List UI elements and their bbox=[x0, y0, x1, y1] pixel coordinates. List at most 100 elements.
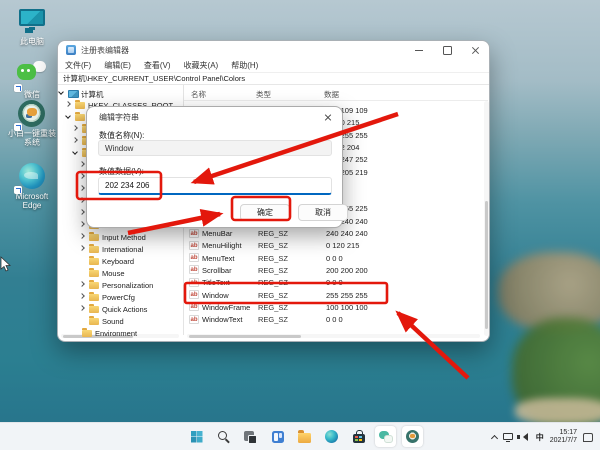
value-name: Window bbox=[202, 291, 229, 300]
value-data: 0 120 215 bbox=[326, 241, 359, 250]
value-type: REG_SZ bbox=[258, 229, 288, 238]
menu-item-0[interactable]: 文件(F) bbox=[63, 60, 93, 71]
task-view-button[interactable] bbox=[240, 426, 261, 447]
value-row-windowtext[interactable]: abWindowTextREG_SZ0 0 0 bbox=[189, 314, 479, 326]
chevron-right-icon[interactable] bbox=[79, 281, 85, 287]
chevron-right-icon[interactable] bbox=[79, 233, 85, 239]
address-bar[interactable]: 计算机\HKEY_CURRENT_USER\Control Panel\Colo… bbox=[58, 72, 489, 85]
value-data: 0 0 0 bbox=[326, 254, 343, 263]
menu-item-4[interactable]: 帮助(H) bbox=[229, 60, 260, 71]
chevron-right-icon[interactable] bbox=[72, 125, 78, 131]
system-tray: 中 15:17 2021/7/7 bbox=[492, 423, 593, 450]
value-name: WindowFrame bbox=[202, 303, 250, 312]
column-header-data[interactable]: 数据 bbox=[324, 89, 339, 100]
scrollbar-thumb[interactable] bbox=[189, 335, 301, 338]
store-bag-icon bbox=[353, 434, 365, 443]
chevron-down-icon[interactable] bbox=[72, 149, 78, 155]
chevron-right-icon[interactable] bbox=[79, 209, 85, 215]
value-data-input[interactable] bbox=[98, 177, 332, 195]
vertical-scrollbar[interactable] bbox=[484, 101, 489, 336]
folder-icon bbox=[89, 318, 99, 325]
desktop-icon-edge[interactable]: Microsoft Edge bbox=[6, 163, 58, 210]
desktop-icon-wechat[interactable]: 微信 bbox=[6, 61, 58, 99]
tree-item--[interactable]: 计算机 bbox=[58, 87, 183, 99]
volume-icon[interactable] bbox=[519, 433, 528, 441]
start-button[interactable] bbox=[186, 426, 207, 447]
tree-item-environment[interactable]: Environment bbox=[58, 327, 183, 339]
wechat-taskbar-button[interactable] bbox=[375, 426, 396, 447]
close-button[interactable] bbox=[461, 41, 489, 59]
value-name: TitleText bbox=[202, 278, 230, 287]
value-data: 255 255 255 bbox=[326, 291, 368, 300]
scrollbar-thumb[interactable] bbox=[485, 201, 488, 329]
value-row-scrollbar[interactable]: abScrollbarREG_SZ200 200 200 bbox=[189, 265, 479, 277]
chevron-right-icon[interactable] bbox=[79, 161, 85, 167]
task-view-icon bbox=[244, 431, 254, 441]
tree-item-sound[interactable]: Sound bbox=[58, 315, 183, 327]
desktop-icon-label: 小白一键重装系统 bbox=[6, 129, 58, 147]
chevron-right-icon[interactable] bbox=[65, 101, 71, 107]
ime-indicator[interactable]: 中 bbox=[536, 432, 544, 443]
registry-app-icon bbox=[66, 45, 76, 55]
minimize-button[interactable] bbox=[405, 41, 433, 59]
column-header-type[interactable]: 类型 bbox=[256, 89, 271, 100]
search-button[interactable] bbox=[213, 426, 234, 447]
menu-item-2[interactable]: 查看(V) bbox=[142, 60, 173, 71]
value-data-label: 数值数据(V): bbox=[99, 166, 144, 177]
tray-overflow-chevron-icon[interactable] bbox=[491, 434, 498, 441]
store-button[interactable] bbox=[348, 426, 369, 447]
chevron-down-icon[interactable] bbox=[65, 113, 71, 119]
dialog-close-icon[interactable] bbox=[322, 111, 334, 123]
chevron-right-icon[interactable] bbox=[79, 221, 85, 227]
column-header-name[interactable]: 名称 bbox=[191, 89, 206, 100]
value-name-field: Window bbox=[98, 140, 332, 156]
tree-item-personalization[interactable]: Personalization bbox=[58, 279, 183, 291]
value-row-menutext[interactable]: abMenuTextREG_SZ0 0 0 bbox=[189, 253, 479, 265]
chevron-right-icon[interactable] bbox=[79, 293, 85, 299]
chevron-right-icon[interactable] bbox=[79, 197, 85, 203]
xiaobai-taskbar-button[interactable] bbox=[402, 426, 423, 447]
edge-taskbar-button[interactable] bbox=[321, 426, 342, 447]
notification-center-icon[interactable] bbox=[583, 433, 593, 442]
taskbar: 中 15:17 2021/7/7 bbox=[0, 422, 600, 450]
value-row-menuhilight[interactable]: abMenuHilightREG_SZ0 120 215 bbox=[189, 240, 479, 252]
ok-button[interactable]: 确定 bbox=[240, 204, 290, 221]
maximize-button[interactable] bbox=[433, 41, 461, 59]
xiaobai-icon bbox=[18, 100, 45, 127]
value-data: 240 240 240 bbox=[326, 229, 368, 238]
value-row-menubar[interactable]: abMenuBarREG_SZ240 240 240 bbox=[189, 228, 479, 240]
chevron-right-icon[interactable] bbox=[79, 305, 85, 311]
tree-item-input-method[interactable]: Input Method bbox=[58, 231, 183, 243]
widgets-button[interactable] bbox=[267, 426, 288, 447]
cancel-button[interactable]: 取消 bbox=[298, 204, 348, 221]
tree-item-label: Sound bbox=[102, 317, 124, 326]
tree-item-international[interactable]: International bbox=[58, 243, 183, 255]
chevron-down-icon[interactable] bbox=[58, 89, 64, 95]
value-row-windowframe[interactable]: abWindowFrameREG_SZ100 100 100 bbox=[189, 302, 479, 314]
network-icon[interactable] bbox=[503, 433, 513, 440]
desktop-icon-xiaobai[interactable]: 小白一键重装系统 bbox=[6, 100, 58, 147]
menu-item-1[interactable]: 编辑(E) bbox=[102, 60, 133, 71]
file-explorer-button[interactable] bbox=[294, 426, 315, 447]
tree-item-mouse[interactable]: Mouse bbox=[58, 267, 183, 279]
tree-item-quick-actions[interactable]: Quick Actions bbox=[58, 303, 183, 315]
value-row-window[interactable]: abWindowREG_SZ255 255 255 bbox=[189, 290, 479, 302]
string-value-icon: ab bbox=[189, 302, 199, 311]
menu-item-3[interactable]: 收藏夹(A) bbox=[182, 60, 221, 71]
clock[interactable]: 15:17 2021/7/7 bbox=[550, 429, 577, 446]
title-bar[interactable]: 注册表编辑器 bbox=[58, 41, 489, 59]
desktop-icon-this-pc[interactable]: 此电脑 bbox=[6, 8, 58, 46]
value-type: REG_SZ bbox=[258, 266, 288, 275]
chevron-right-icon[interactable] bbox=[79, 185, 85, 191]
tree-item-powercfg[interactable]: PowerCfg bbox=[58, 291, 183, 303]
wechat-icon bbox=[379, 431, 393, 443]
tree-item-keyboard[interactable]: Keyboard bbox=[58, 255, 183, 267]
list-horizontal-scrollbar[interactable] bbox=[187, 334, 480, 338]
chevron-right-icon[interactable] bbox=[79, 173, 85, 179]
value-row-titletext[interactable]: abTitleTextREG_SZ0 0 0 bbox=[189, 277, 479, 289]
tray-date: 2021/7/7 bbox=[550, 437, 577, 444]
chevron-right-icon[interactable] bbox=[79, 245, 85, 251]
chevron-right-icon[interactable] bbox=[72, 137, 78, 143]
string-value-icon: ab bbox=[189, 315, 199, 324]
value-type: REG_SZ bbox=[258, 291, 288, 300]
